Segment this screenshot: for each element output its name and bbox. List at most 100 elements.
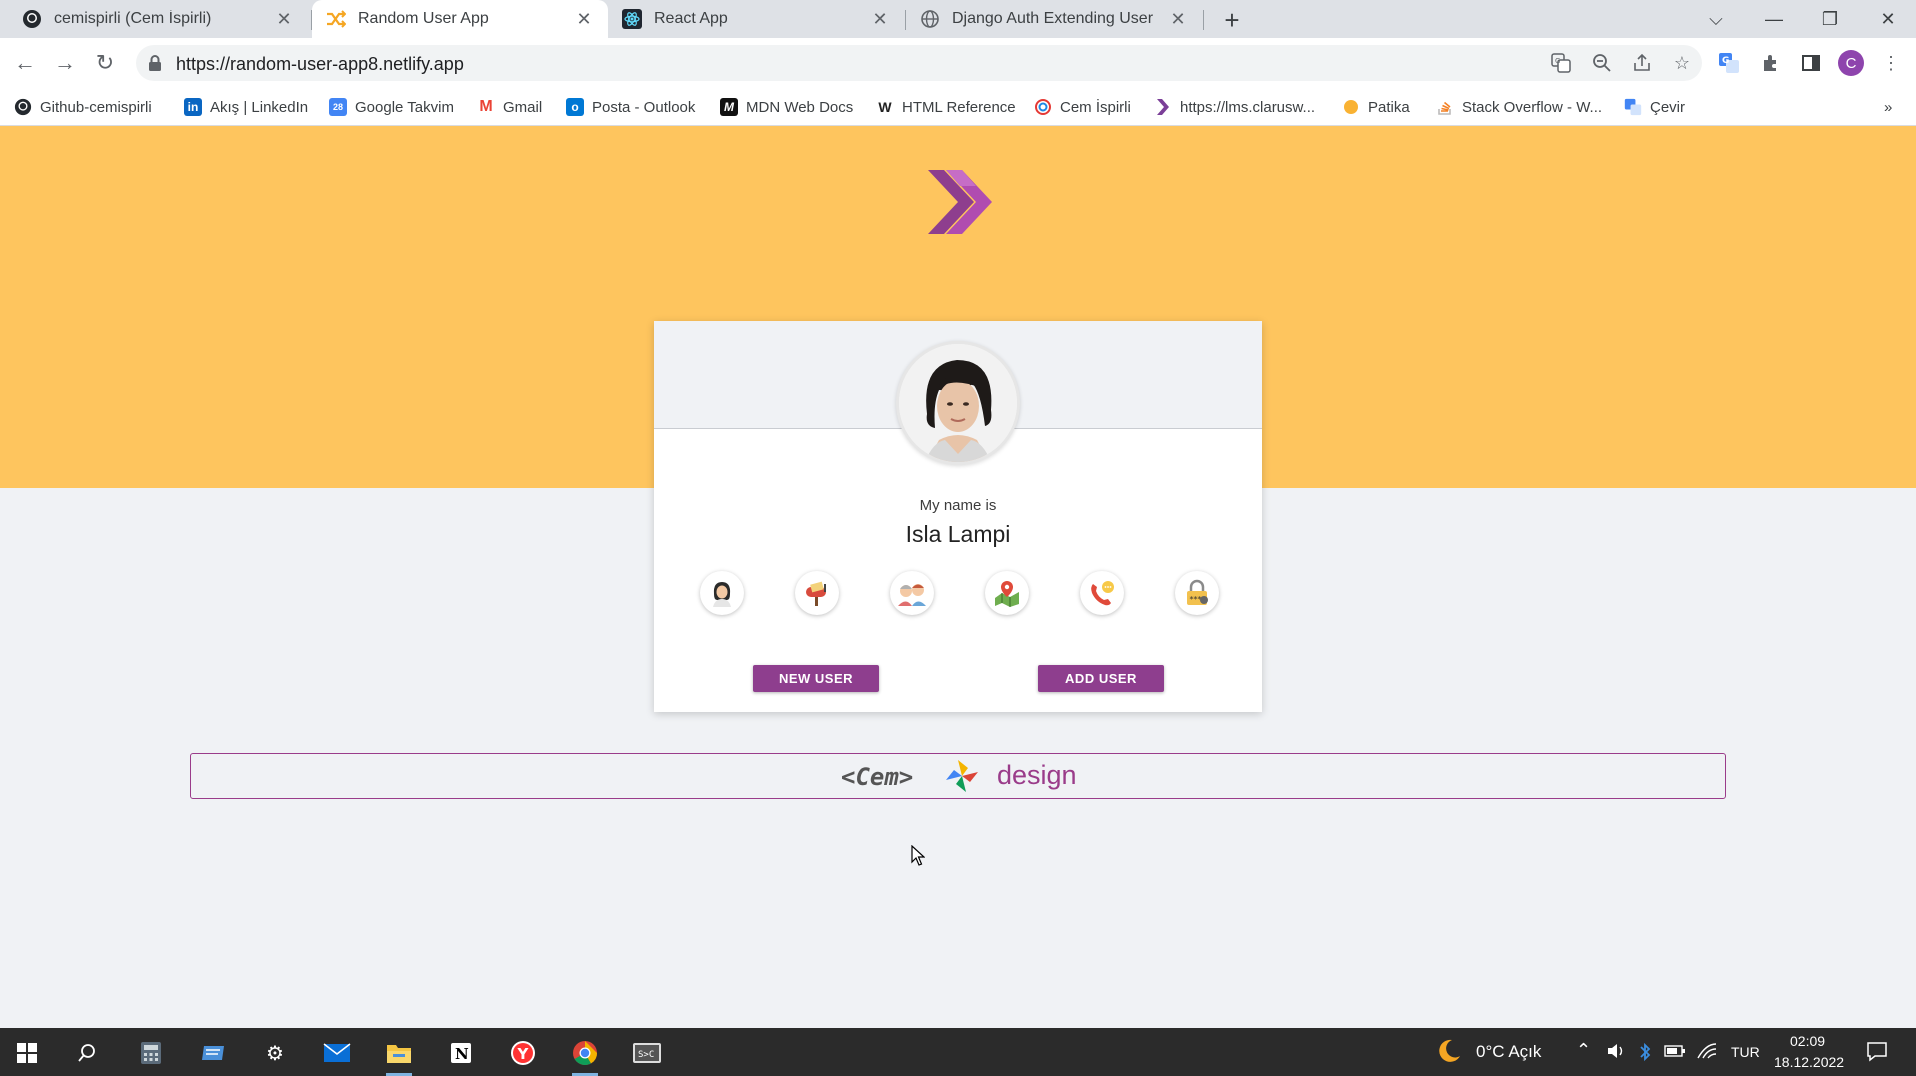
profile-avatar[interactable]: C: [1838, 50, 1864, 76]
bluetooth-icon[interactable]: [1638, 1042, 1652, 1066]
svg-text:Y: Y: [517, 1045, 530, 1063]
clock-date[interactable]: 18.12.2022: [1774, 1054, 1844, 1070]
address-bar[interactable]: https://random-user-app8.netlify.app G ☆: [136, 45, 1702, 81]
bookmark-clarusway[interactable]: https://lms.clarusw...: [1154, 96, 1315, 118]
side-panel-icon[interactable]: [1798, 50, 1824, 76]
weather-text[interactable]: 0°C Açık: [1476, 1042, 1541, 1062]
close-icon[interactable]: ✕: [870, 9, 890, 29]
phone-icon[interactable]: [1080, 571, 1124, 615]
bookmark-patika[interactable]: Patika: [1342, 96, 1410, 118]
tab-react-app[interactable]: React App ✕: [608, 0, 904, 38]
github-icon: [22, 9, 42, 29]
mailbox-icon[interactable]: [795, 571, 839, 615]
tab-github[interactable]: cemispirli (Cem İspirli) ✕: [8, 0, 308, 38]
file-explorer-icon[interactable]: [382, 1036, 416, 1076]
info-title: My name is: [919, 497, 997, 514]
bookmark-label: HTML Reference: [902, 98, 1016, 116]
settings-gear-icon[interactable]: ⚙: [258, 1036, 292, 1070]
notion-icon[interactable]: N: [444, 1036, 478, 1070]
volume-icon[interactable]: [1606, 1042, 1626, 1064]
bookmark-cem-ispirli[interactable]: Cem İspirli: [1034, 96, 1131, 118]
extensions-icon[interactable]: [1758, 50, 1784, 76]
terminal-app-icon[interactable]: S>C: [630, 1036, 664, 1070]
user-avatar: [896, 341, 1020, 465]
file-drawer-icon[interactable]: [196, 1036, 230, 1070]
close-icon[interactable]: ✕: [1168, 9, 1188, 29]
tab-random-user-app[interactable]: Random User App ✕: [312, 0, 608, 38]
bookmark-label: Github-cemispirli: [40, 98, 152, 116]
wifi-icon[interactable]: [1696, 1042, 1718, 1064]
bookmark-label: https://lms.clarusw...: [1180, 98, 1316, 116]
bookmark-google-calendar[interactable]: 28 Google Takvim: [329, 96, 454, 118]
patika-icon: [1342, 98, 1360, 116]
minimize-button[interactable]: —: [1752, 4, 1796, 34]
clarusway-logo: [928, 170, 992, 234]
svg-text:N: N: [455, 1045, 469, 1063]
bookmark-html-reference[interactable]: W HTML Reference: [876, 96, 1016, 118]
tab-separator: [1203, 10, 1204, 30]
google-translate-extension-icon[interactable]: G: [1716, 50, 1742, 76]
close-icon[interactable]: ✕: [574, 9, 594, 29]
chevron-up-icon[interactable]: ⌃: [1576, 1040, 1591, 1061]
translate-icon[interactable]: G: [1550, 52, 1572, 74]
mouse-cursor-icon: [911, 845, 925, 866]
new-user-button[interactable]: NEW USER: [753, 665, 879, 692]
weather-moon-icon[interactable]: [1436, 1038, 1462, 1068]
globe-icon: [920, 9, 940, 29]
bookmark-stack-overflow[interactable]: Stack Overflow - W...: [1436, 96, 1602, 118]
menu-kebab-icon[interactable]: ⋮: [1878, 50, 1904, 76]
tab-title: Random User App: [358, 10, 489, 27]
start-button[interactable]: [10, 1036, 44, 1070]
bookmark-linkedin[interactable]: in Akış | LinkedIn: [184, 96, 308, 118]
footer-brand: <Cem> design: [190, 753, 1726, 799]
user-card: My name is Isla Lampi *** NEW USER ADD U…: [654, 321, 1262, 712]
bookmark-label: Stack Overflow - W...: [1462, 98, 1603, 116]
svg-text:G: G: [1555, 57, 1560, 65]
bookmark-cevir[interactable]: Çevir: [1624, 96, 1685, 118]
age-icon[interactable]: [890, 571, 934, 615]
zoom-icon[interactable]: [1591, 52, 1613, 74]
tab-title: React App: [654, 10, 728, 27]
padlock-icon[interactable]: ***: [1175, 571, 1219, 615]
close-icon[interactable]: ✕: [274, 9, 294, 29]
search-icon[interactable]: [70, 1036, 104, 1070]
tab-strip: cemispirli (Cem İspirli) ✕ Random User A…: [0, 0, 1916, 38]
linkedin-icon: in: [184, 98, 202, 116]
clock-time[interactable]: 02:09: [1790, 1033, 1825, 1049]
bookmark-gmail[interactable]: M Gmail: [477, 96, 542, 118]
bookmarks-overflow-icon[interactable]: »: [1884, 96, 1892, 118]
svg-text:G: G: [1722, 56, 1729, 66]
bookmark-outlook[interactable]: o Posta - Outlook: [566, 96, 695, 118]
lock-icon[interactable]: [148, 54, 162, 77]
close-window-button[interactable]: ✕: [1866, 4, 1910, 34]
battery-icon[interactable]: [1664, 1043, 1686, 1063]
clarusway-icon: [1154, 98, 1172, 116]
restore-button[interactable]: ❐: [1808, 4, 1852, 34]
notifications-icon[interactable]: [1866, 1040, 1888, 1066]
chrome-icon[interactable]: [568, 1036, 602, 1076]
woman-icon[interactable]: [700, 571, 744, 615]
bookmark-label: MDN Web Docs: [746, 98, 854, 116]
share-icon[interactable]: [1631, 52, 1653, 74]
add-user-button[interactable]: ADD USER: [1038, 665, 1164, 692]
brand-text-right: design: [997, 760, 1077, 790]
url-text[interactable]: https://random-user-app8.netlify.app: [176, 54, 464, 75]
mail-icon[interactable]: [320, 1036, 354, 1070]
browser-chrome: cemispirli (Cem İspirli) ✕ Random User A…: [0, 0, 1916, 126]
bookmark-star-icon[interactable]: ☆: [1671, 52, 1693, 74]
new-tab-button[interactable]: +: [1218, 5, 1246, 35]
calculator-icon[interactable]: [134, 1036, 168, 1070]
bookmark-github[interactable]: Github-cemispirli: [14, 96, 152, 118]
bookmark-mdn[interactable]: M MDN Web Docs: [720, 96, 853, 118]
browser-toolbar: ← → ↻ https://random-user-app8.netlify.a…: [0, 38, 1916, 88]
back-button[interactable]: ←: [10, 48, 40, 78]
forward-button[interactable]: →: [50, 48, 80, 78]
language-indicator[interactable]: TUR: [1731, 1044, 1760, 1060]
yandex-browser-icon[interactable]: Y: [506, 1036, 540, 1070]
tab-title: Django Auth Extending User: [952, 10, 1154, 27]
tab-django-auth[interactable]: Django Auth Extending User ✕: [906, 0, 1202, 38]
reload-button[interactable]: ↻: [90, 48, 120, 78]
tab-search-icon[interactable]: ⌵: [1694, 4, 1738, 34]
map-icon[interactable]: [985, 571, 1029, 615]
bookmark-label: Cem İspirli: [1060, 98, 1131, 116]
